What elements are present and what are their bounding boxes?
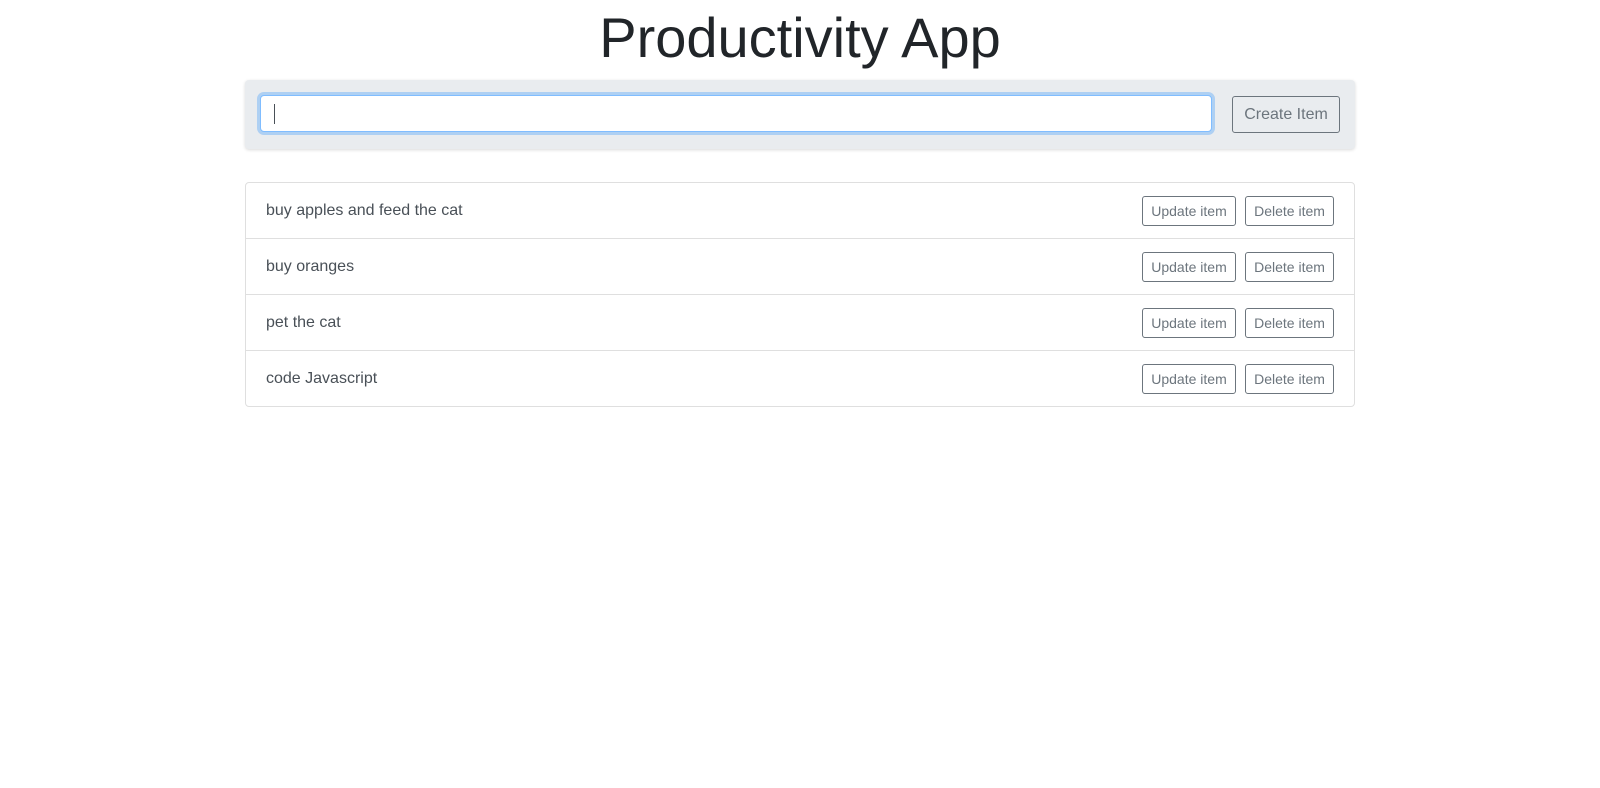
list-item: buy apples and feed the cat Update item … bbox=[246, 183, 1354, 238]
update-item-button[interactable]: Update item bbox=[1142, 251, 1236, 282]
list-item: code Javascript Update item Delete item bbox=[246, 350, 1354, 406]
item-actions: Update item Delete item bbox=[1142, 363, 1334, 394]
item-text: pet the cat bbox=[266, 313, 341, 331]
new-item-input[interactable] bbox=[260, 95, 1212, 132]
text-cursor bbox=[274, 104, 275, 124]
item-text: buy oranges bbox=[266, 257, 355, 275]
create-item-form: Create Item bbox=[245, 80, 1355, 149]
list-item: buy oranges Update item Delete item bbox=[246, 238, 1354, 294]
item-actions: Update item Delete item bbox=[1142, 307, 1334, 338]
update-item-button[interactable]: Update item bbox=[1142, 307, 1236, 338]
item-actions: Update item Delete item bbox=[1142, 195, 1334, 226]
delete-item-button[interactable]: Delete item bbox=[1245, 307, 1334, 338]
page-title: Productivity App bbox=[599, 6, 1001, 69]
item-list: buy apples and feed the cat Update item … bbox=[245, 182, 1355, 407]
item-actions: Update item Delete item bbox=[1142, 251, 1334, 282]
delete-item-button[interactable]: Delete item bbox=[1245, 195, 1334, 226]
item-text: code Javascript bbox=[266, 369, 378, 387]
delete-item-button[interactable]: Delete item bbox=[1245, 251, 1334, 282]
create-item-button[interactable]: Create Item bbox=[1232, 96, 1340, 133]
list-item: pet the cat Update item Delete item bbox=[246, 294, 1354, 350]
delete-item-button[interactable]: Delete item bbox=[1245, 363, 1334, 394]
update-item-button[interactable]: Update item bbox=[1142, 195, 1236, 226]
update-item-button[interactable]: Update item bbox=[1142, 363, 1236, 394]
item-text: buy apples and feed the cat bbox=[266, 201, 463, 219]
app-page: Productivity App Create Item buy apples … bbox=[0, 0, 1600, 788]
